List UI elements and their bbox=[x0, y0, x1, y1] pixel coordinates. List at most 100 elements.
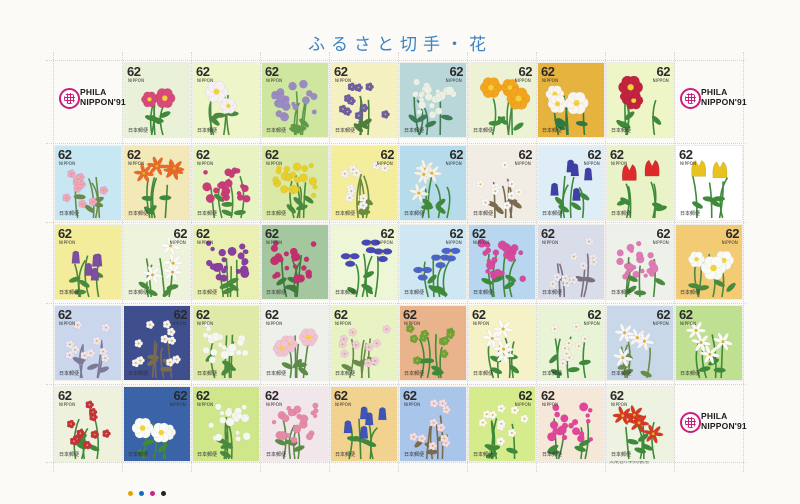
stamp-denomination: 62 bbox=[541, 388, 555, 403]
stamp-post-label: 日本郵便 bbox=[197, 290, 218, 296]
stamp-denomination: 62 bbox=[380, 226, 395, 241]
stamp-country-label: NIPPON bbox=[542, 402, 559, 407]
flower-stamp: 62 NIPPON 日本郵便 bbox=[331, 225, 397, 299]
stamp-country-label: NIPPON bbox=[169, 402, 186, 407]
perforation-line bbox=[46, 222, 746, 223]
flower-stamp: 62 NIPPON 日本郵便 bbox=[193, 306, 259, 380]
stamp-denomination: 62 bbox=[518, 388, 533, 403]
stamp-post-label: 日本郵便 bbox=[473, 290, 494, 296]
flower-stamp: 62 NIPPON 日本郵便 bbox=[469, 146, 535, 220]
perforation-line bbox=[46, 60, 746, 61]
stamp-country-label: NIPPON bbox=[59, 240, 76, 245]
stamp-country-label: NIPPON bbox=[473, 240, 490, 245]
stamp-post-label: 日本郵便 bbox=[542, 128, 563, 134]
stamp-post-label: 日本郵便 bbox=[611, 452, 632, 458]
perforation-line bbox=[398, 52, 399, 472]
stamp-country-label: NIPPON bbox=[59, 161, 76, 166]
stamp-post-label: 日本郵便 bbox=[680, 371, 701, 377]
stamp-denomination: 62 bbox=[449, 64, 464, 79]
stamp-country-label: NIPPON bbox=[128, 78, 145, 83]
phila-nippon-logo: PHILA NIPPON'91 bbox=[55, 79, 126, 119]
stamp-country-label: NIPPON bbox=[514, 161, 531, 166]
phila-logo-text: PHILA NIPPON'91 bbox=[80, 87, 126, 107]
globe-emblem-icon bbox=[680, 412, 701, 433]
stamp-country-label: NIPPON bbox=[445, 78, 462, 83]
stamp-denomination: 62 bbox=[196, 307, 210, 322]
stamp-denomination: 62 bbox=[265, 64, 279, 79]
flower-stamp: 62 NIPPON 日本郵便 bbox=[331, 306, 397, 380]
stamp-post-label: 日本郵便 bbox=[266, 452, 287, 458]
flower-stamp: 62 NIPPON 日本郵便 bbox=[400, 306, 466, 380]
stamp-post-label: 日本郵便 bbox=[128, 371, 149, 377]
stamp-denomination: 62 bbox=[265, 307, 279, 322]
perforation-line bbox=[674, 52, 675, 472]
stamp-post-label: 日本郵便 bbox=[266, 128, 287, 134]
stamp-denomination: 62 bbox=[541, 226, 555, 241]
stamp-denomination: 62 bbox=[449, 226, 464, 241]
stamp-country-label: NIPPON bbox=[197, 402, 214, 407]
stamp-denomination: 62 bbox=[58, 226, 72, 241]
flower-stamp: 62 NIPPON 日本郵便 bbox=[400, 387, 466, 461]
phila-logo-text: PHILA NIPPON'91 bbox=[701, 411, 747, 431]
stamp-post-label: 日本郵便 bbox=[59, 452, 80, 458]
flower-stamp: 62 NIPPON 日本郵便 bbox=[607, 63, 673, 137]
flower-stamp: 62 NIPPON 日本郵便 bbox=[193, 387, 259, 461]
flower-stamp: 62 NIPPON 日本郵便 bbox=[262, 306, 328, 380]
flower-stamp: 62 NIPPON 日本郵便 bbox=[193, 146, 259, 220]
flower-stamp: 62 NIPPON 日本郵便 bbox=[124, 225, 190, 299]
stamp-sheet: ふるさと切手・花 大蔵省印刷局製造 62 NIPPON 日本郵便 62 NIPPON 日本… bbox=[0, 0, 800, 504]
stamp-country-label: NIPPON bbox=[652, 78, 669, 83]
stamp-denomination: 62 bbox=[127, 147, 141, 162]
stamp-denomination: 62 bbox=[679, 147, 693, 162]
registration-dot bbox=[128, 491, 133, 496]
stamp-country-label: NIPPON bbox=[404, 402, 421, 407]
stamp-denomination: 62 bbox=[403, 307, 417, 322]
stamp-denomination: 62 bbox=[334, 388, 348, 403]
phila-logo-line: PHILA bbox=[80, 87, 107, 97]
phila-logo-line: PHILA bbox=[701, 411, 728, 421]
flower-stamp: 62 NIPPON 日本郵便 bbox=[124, 146, 190, 220]
flower-stamp: 62 NIPPON 日本郵便 bbox=[331, 63, 397, 137]
stamp-country-label: NIPPON bbox=[266, 402, 283, 407]
perforation-line bbox=[46, 462, 746, 463]
stamp-denomination: 62 bbox=[587, 147, 602, 162]
phila-logo-text: PHILA NIPPON'91 bbox=[701, 87, 747, 107]
perforation-line bbox=[122, 52, 123, 472]
stamp-country-label: NIPPON bbox=[335, 78, 352, 83]
flower-stamp: 62 NIPPON 日本郵便 bbox=[331, 387, 397, 461]
stamp-denomination: 62 bbox=[656, 226, 671, 241]
stamp-denomination: 62 bbox=[58, 388, 72, 403]
stamp-denomination: 62 bbox=[472, 307, 486, 322]
stamp-denomination: 62 bbox=[334, 64, 348, 79]
perforation-line bbox=[46, 143, 746, 144]
stamp-post-label: 日本郵便 bbox=[611, 211, 632, 217]
stamp-post-label: 日本郵便 bbox=[128, 290, 149, 296]
stamp-denomination: 62 bbox=[127, 64, 141, 79]
stamp-country-label: NIPPON bbox=[514, 78, 531, 83]
flower-stamp: 62 NIPPON 日本郵便 bbox=[676, 306, 742, 380]
stamp-country-label: NIPPON bbox=[59, 402, 76, 407]
phila-logo-line: PHILA bbox=[701, 87, 728, 97]
stamp-post-label: 日本郵便 bbox=[542, 211, 563, 217]
stamp-country-label: NIPPON bbox=[128, 161, 145, 166]
stamp-country-label: NIPPON bbox=[335, 402, 352, 407]
stamp-post-label: 日本郵便 bbox=[542, 452, 563, 458]
stamp-country-label: NIPPON bbox=[445, 161, 462, 166]
flower-stamp: 62 NIPPON 日本郵便 bbox=[469, 63, 535, 137]
stamp-denomination: 62 bbox=[334, 307, 348, 322]
stamp-post-label: 日本郵便 bbox=[59, 290, 80, 296]
stamp-post-label: 日本郵便 bbox=[197, 128, 218, 134]
stamp-denomination: 62 bbox=[472, 226, 486, 241]
stamp-denomination: 62 bbox=[265, 226, 279, 241]
stamp-post-label: 日本郵便 bbox=[680, 211, 701, 217]
stamp-denomination: 62 bbox=[541, 64, 555, 79]
flower-stamp: 62 NIPPON 日本郵便 bbox=[331, 146, 397, 220]
stamp-denomination: 62 bbox=[449, 147, 464, 162]
stamp-country-label: NIPPON bbox=[583, 161, 600, 166]
perforation-line bbox=[46, 303, 746, 304]
stamp-country-label: NIPPON bbox=[169, 321, 186, 326]
stamp-country-label: NIPPON bbox=[445, 240, 462, 245]
stamp-post-label: 日本郵便 bbox=[542, 290, 563, 296]
stamp-country-label: NIPPON bbox=[335, 321, 352, 326]
flower-stamp: 62 NIPPON 日本郵便 bbox=[400, 63, 466, 137]
